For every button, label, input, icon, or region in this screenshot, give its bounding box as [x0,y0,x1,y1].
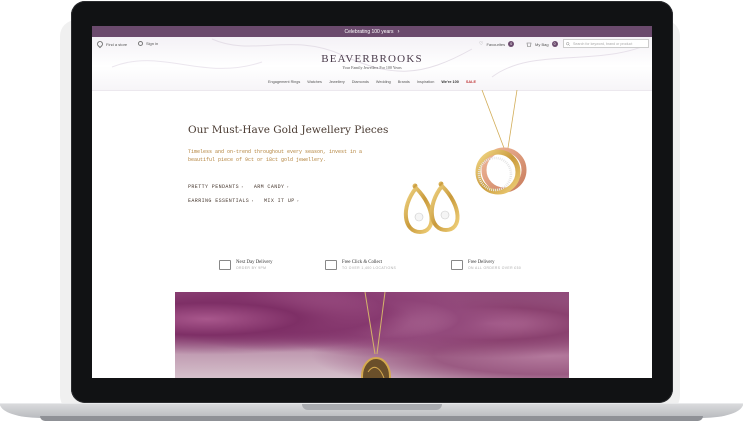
usp-subtitle: ORDER BY 9PM [236,266,267,270]
nav-item-engagement-rings[interactable]: Engagement Rings [268,80,300,84]
hero-title: Our Must-Have Gold Jewellery Pieces [188,124,389,136]
promo-banner-image[interactable] [175,292,569,378]
search-icon [566,41,570,46]
site-logo[interactable]: BEAVERBROOKS Your Family Jewellers For 1… [92,53,652,70]
usp-free-delivery[interactable]: Free Delivery ON ALL ORDERS OVER £50 [451,260,521,270]
find-store-label: Find a store [106,41,128,47]
main-nav: Engagement Rings Watches Jewellery Diamo… [92,80,652,84]
favourites-count-badge: 0 [508,41,515,47]
announcement-bar[interactable]: Celebrating 100 years › [92,26,652,37]
banner-pendant-illustration [361,292,391,378]
chevron-right-icon: › [397,28,400,35]
heart-icon: ♡ [479,41,484,47]
logo-wordmark: BEAVERBROOKS [321,53,423,65]
hero-jewellery-image [403,90,527,235]
hero-subtitle: Timeless and on-trend throughout every s… [188,149,363,163]
usp-title: Free Click & Collect [342,260,383,265]
user-icon [138,41,143,46]
find-store-link[interactable]: Find a store [95,39,128,49]
link-label: PRETTY PENDANTS [188,184,240,190]
link-arm-candy[interactable]: ARM CANDY › [254,184,289,190]
usp-title: Next Day Delivery [236,260,273,265]
bag-label: My Bag [535,41,549,47]
nav-item-brands[interactable]: Brands [398,80,410,84]
link-mix-it-up[interactable]: MIX IT UP › [264,198,299,204]
logo-tagline: Your Family Jewellers For 100 Years [342,65,402,70]
announcement-text[interactable]: Celebrating 100 years [345,29,394,35]
chevron-right-icon: › [251,200,255,204]
bag-icon [526,42,532,47]
link-label: MIX IT UP [264,198,295,204]
favourites-link[interactable]: ♡ Favourites 0 [479,41,515,47]
bag-count-badge: 0 [551,41,558,47]
link-earring-essentials[interactable]: EARRING ESSENTIALS › [188,198,254,204]
chevron-right-icon: › [296,200,300,204]
link-label: ARM CANDY [253,184,285,190]
site-header: Find a store Sign in ♡ Favourites 0 My B… [92,37,652,91]
sign-in-label: Sign in [146,41,159,46]
nav-item-watches[interactable]: Watches [307,80,322,84]
laptop-base-shadow [40,416,703,421]
link-label: EARRING ESSENTIALS [188,198,250,204]
bag-link[interactable]: My Bag 0 [526,41,558,47]
screen: Celebrating 100 years › Find a store Sig… [92,26,652,378]
nav-item-inspiration[interactable]: Inspiration [417,80,435,84]
sign-in-link[interactable]: Sign in [138,41,158,46]
van-icon [451,260,463,270]
favourites-label: Favourites [486,41,506,47]
nav-item-diamonds[interactable]: Diamonds [352,80,369,84]
category-links: PRETTY PENDANTS › ARM CANDY › EARRING ESSE… [188,184,299,212]
link-pretty-pendants[interactable]: PRETTY PENDANTS › [188,184,244,190]
usp-subtitle: TO OVER 1,400 LOCATIONS [342,266,397,270]
laptop-notch [302,404,442,410]
nav-item-wedding[interactable]: Wedding [376,80,391,84]
chevron-right-icon: › [241,186,244,190]
usp-next-day-delivery[interactable]: Next Day Delivery ORDER BY 9PM [219,260,273,270]
truck-icon [219,260,231,270]
chevron-right-icon: › [286,186,290,190]
usp-click-collect[interactable]: Free Click & Collect TO OVER 1,400 LOCAT… [325,260,396,270]
search-placeholder: Search for keyword, brand or product [573,41,633,46]
location-pin-icon [95,39,105,49]
box-icon [325,260,337,270]
usp-subtitle: ON ALL ORDERS OVER £50 [468,266,522,270]
search-input[interactable]: Search for keyword, brand or product [563,39,649,48]
nav-item-sale[interactable]: SALE [466,80,476,84]
usp-title: Free Delivery [468,260,495,265]
nav-item-were-100[interactable]: We're 100 [441,80,459,84]
nav-item-jewellery[interactable]: Jewellery [329,80,345,84]
